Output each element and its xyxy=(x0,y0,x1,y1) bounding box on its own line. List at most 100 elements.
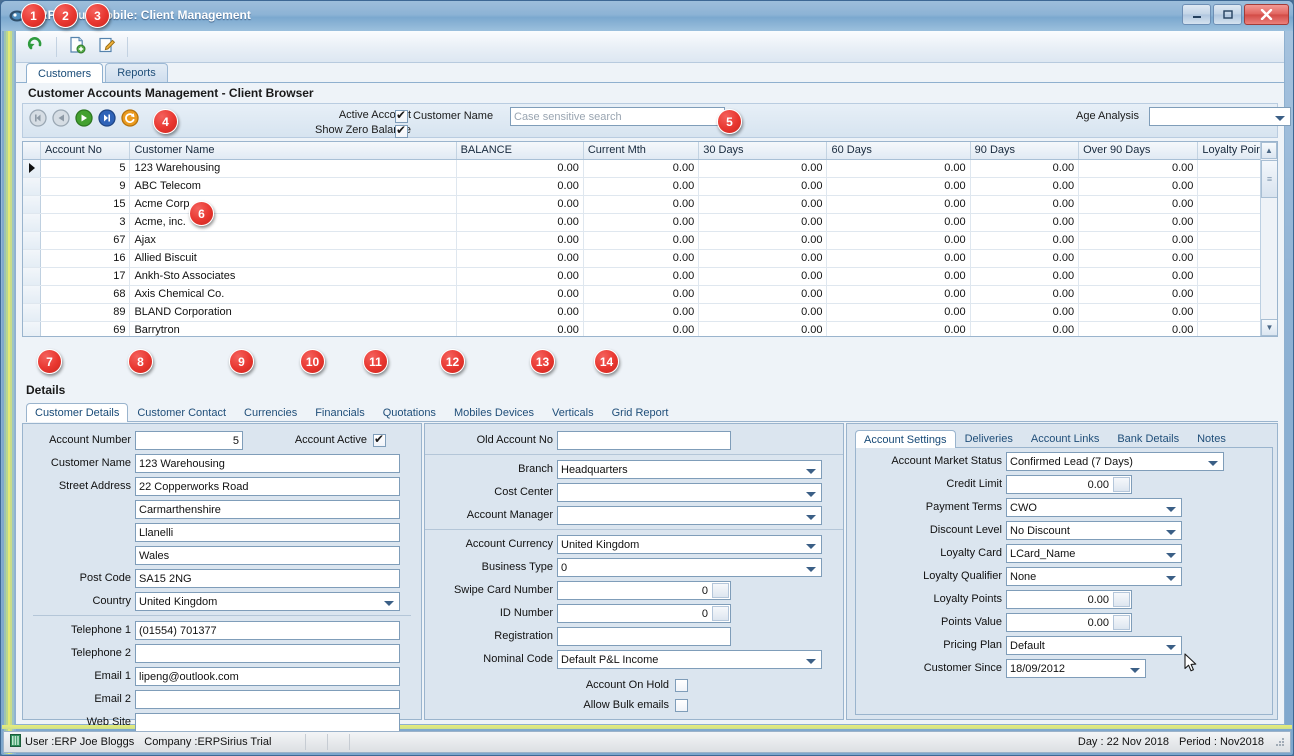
tab-bank-details[interactable]: Bank Details xyxy=(1108,430,1188,447)
cell-90-days[interactable]: 0.00 xyxy=(971,268,1080,285)
cell-over-90-days[interactable]: 0.00 xyxy=(1079,250,1199,267)
cell-60-days[interactable]: 0.00 xyxy=(827,268,971,285)
active-account-checkbox[interactable] xyxy=(395,108,408,123)
cell-60-days[interactable]: 0.00 xyxy=(827,160,971,177)
tab-financials[interactable]: Financials xyxy=(306,403,374,421)
row-selection-indicator[interactable] xyxy=(23,286,41,303)
cell-60-days[interactable]: 0.00 xyxy=(827,322,971,336)
grid-header-over-90-days[interactable]: Over 90 Days xyxy=(1079,142,1199,159)
cell-balance[interactable]: 0.00 xyxy=(457,250,584,267)
cell-30-days[interactable]: 0.00 xyxy=(699,250,828,267)
tab-customer-details[interactable]: Customer Details xyxy=(26,403,129,422)
refresh-circle-icon[interactable] xyxy=(121,109,139,127)
account-on-hold-checkbox[interactable] xyxy=(675,678,688,692)
cell-30-days[interactable]: 0.00 xyxy=(699,160,828,177)
grid-header-60-days[interactable]: 60 Days xyxy=(827,142,971,159)
discount-level-select[interactable]: No Discount xyxy=(1006,520,1182,540)
country-select[interactable]: United Kingdom xyxy=(135,591,400,611)
cell-current-mth[interactable]: 0.00 xyxy=(584,196,700,213)
scroll-up-button[interactable]: ▲ xyxy=(1261,142,1277,159)
cell-30-days[interactable]: 0.00 xyxy=(699,322,828,336)
cell-over-90-days[interactable]: 0.00 xyxy=(1079,160,1199,177)
address-line-4-input[interactable]: Wales xyxy=(135,545,400,565)
cell-balance[interactable]: 0.00 xyxy=(457,160,584,177)
new-record-button[interactable] xyxy=(63,34,91,60)
cell-30-days[interactable]: 0.00 xyxy=(699,196,828,213)
grid-header-account-no[interactable]: Account No xyxy=(41,142,131,159)
cell-60-days[interactable]: 0.00 xyxy=(827,196,971,213)
cell-balance[interactable]: 0.00 xyxy=(457,286,584,303)
cell-balance[interactable]: 0.00 xyxy=(457,178,584,195)
row-selection-indicator[interactable] xyxy=(23,322,41,336)
row-selection-indicator[interactable] xyxy=(23,214,41,231)
tab-quotations[interactable]: Quotations xyxy=(374,403,445,421)
customer-name-input[interactable]: 123 Warehousing xyxy=(135,453,400,473)
first-record-icon[interactable] xyxy=(29,109,47,127)
cell-90-days[interactable]: 0.00 xyxy=(971,214,1080,231)
cell-30-days[interactable]: 0.00 xyxy=(699,304,828,321)
address-line-1-input[interactable]: 22 Copperworks Road xyxy=(135,476,400,496)
cell-account-no[interactable]: 3 xyxy=(41,214,131,231)
email-2-input[interactable] xyxy=(135,689,400,709)
cell-30-days[interactable]: 0.00 xyxy=(699,232,828,249)
table-row[interactable]: 89 BLAND Corporation 0.00 0.00 0.00 0.00 0.00 0… xyxy=(23,304,1277,322)
table-row[interactable]: 67Ajax0.000.000.000.000.000.000 xyxy=(23,232,1277,250)
close-button[interactable] xyxy=(1244,4,1289,25)
cell-account-no[interactable]: 16 xyxy=(41,250,131,267)
scroll-down-button[interactable]: ▼ xyxy=(1261,319,1277,336)
points-value-picker-button[interactable] xyxy=(1113,614,1130,630)
minimize-button[interactable] xyxy=(1182,4,1211,25)
cost-center-select[interactable] xyxy=(557,482,822,502)
cell-account-no[interactable]: 68 xyxy=(41,286,131,303)
cell-customer-name[interactable]: Ajax xyxy=(130,232,457,249)
resize-grip[interactable] xyxy=(1274,736,1286,748)
account-manager-select[interactable] xyxy=(557,505,822,525)
cell-account-no[interactable]: 89 xyxy=(41,304,131,321)
table-row[interactable]: 16 Allied Biscuit 0.00 0.00 0.00 0.00 0.00 0.00… xyxy=(23,250,1277,268)
web-site-input[interactable] xyxy=(135,712,400,732)
cell-90-days[interactable]: 0.00 xyxy=(971,232,1080,249)
cell-over-90-days[interactable]: 0.00 xyxy=(1079,322,1199,336)
cell-over-90-days[interactable]: 0.00 xyxy=(1079,196,1199,213)
post-code-input[interactable]: SA15 2NG xyxy=(135,568,400,588)
cell-account-no[interactable]: 17 xyxy=(41,268,131,285)
cell-account-no[interactable]: 69 xyxy=(41,322,131,336)
pricing-plan-select[interactable]: Default xyxy=(1006,635,1182,655)
cell-balance[interactable]: 0.00 xyxy=(457,232,584,249)
nominal-code-select[interactable]: Default P&L Income xyxy=(557,649,822,669)
account-number-input[interactable]: 5 xyxy=(135,430,243,450)
cell-current-mth[interactable]: 0.00 xyxy=(584,214,700,231)
credit-limit-input[interactable]: 0.00 xyxy=(1006,474,1132,494)
credit-limit-picker-button[interactable] xyxy=(1113,476,1130,492)
allow-bulk-emails-checkbox[interactable] xyxy=(675,698,688,712)
cell-90-days[interactable]: 0.00 xyxy=(971,304,1080,321)
cell-account-no[interactable]: 67 xyxy=(41,232,131,249)
address-line-2-input[interactable]: Carmarthenshire xyxy=(135,499,400,519)
grid-vertical-scrollbar[interactable]: ▲ ≡ ▼ xyxy=(1260,142,1277,336)
cell-customer-name[interactable]: Acme Corp xyxy=(130,196,457,213)
cell-90-days[interactable]: 0.00 xyxy=(971,196,1080,213)
edit-record-button[interactable] xyxy=(93,34,121,60)
cell-over-90-days[interactable]: 0.00 xyxy=(1079,286,1199,303)
cell-30-days[interactable]: 0.00 xyxy=(699,286,828,303)
next-record-icon[interactable] xyxy=(75,109,93,127)
cell-account-no[interactable]: 5 xyxy=(41,160,131,177)
cell-balance[interactable]: 0.00 xyxy=(457,214,584,231)
cell-current-mth[interactable]: 0.00 xyxy=(584,322,700,336)
branch-select[interactable]: Headquarters xyxy=(557,459,822,479)
id-number-picker-button[interactable] xyxy=(712,605,729,621)
points-value-input[interactable]: 0.00 xyxy=(1006,612,1132,632)
last-record-icon[interactable] xyxy=(98,109,116,127)
cell-60-days[interactable]: 0.00 xyxy=(827,178,971,195)
cell-current-mth[interactable]: 0.00 xyxy=(584,286,700,303)
loyalty-qualifier-select[interactable]: None xyxy=(1006,566,1182,586)
grid-header-90-days[interactable]: 90 Days xyxy=(971,142,1080,159)
cell-customer-name[interactable]: ABC Telecom xyxy=(130,178,457,195)
registration-input[interactable] xyxy=(557,626,731,646)
row-selection-indicator[interactable] xyxy=(23,250,41,267)
cell-current-mth[interactable]: 0.00 xyxy=(584,232,700,249)
tab-reports[interactable]: Reports xyxy=(105,63,168,82)
tab-deliveries[interactable]: Deliveries xyxy=(956,430,1022,447)
grid-header-current-mth[interactable]: Current Mth xyxy=(584,142,700,159)
account-currency-select[interactable]: United Kingdom xyxy=(557,534,822,554)
